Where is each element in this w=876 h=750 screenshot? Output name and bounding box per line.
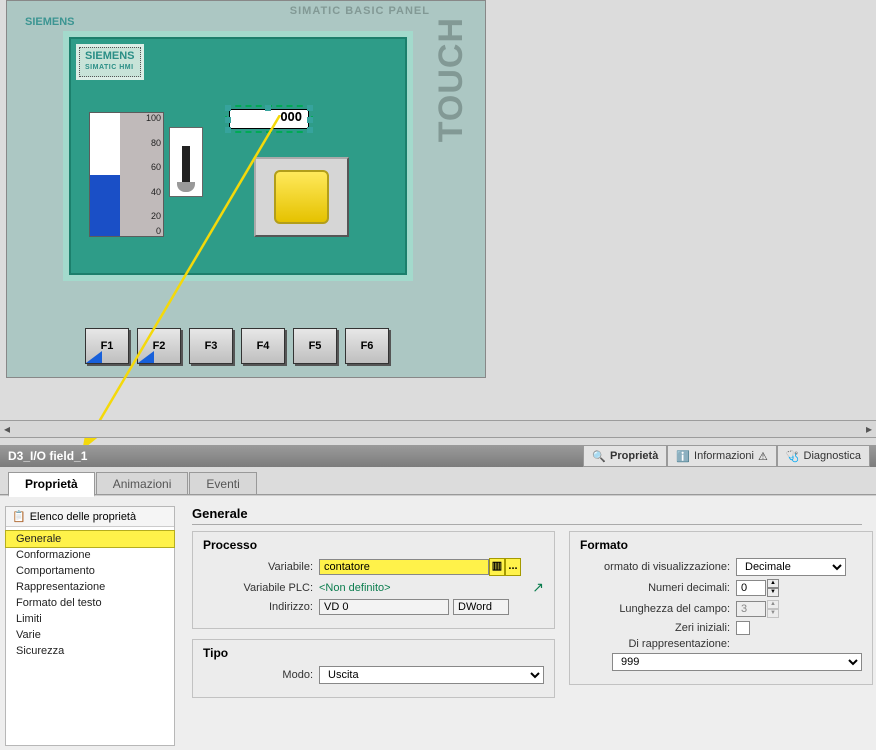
tree-item-conformazione[interactable]: Conformazione bbox=[6, 547, 174, 563]
siemens-brand: SIEMENS bbox=[25, 16, 75, 28]
tree-item-limiti[interactable]: Limiti bbox=[6, 611, 174, 627]
touch-label: TOUCH bbox=[432, 17, 471, 142]
fkey-f6[interactable]: F6 bbox=[345, 328, 389, 364]
group-tipo: Tipo Modo: Uscita bbox=[192, 639, 555, 698]
io-field[interactable]: OOO bbox=[229, 109, 309, 129]
tab-information[interactable]: ℹ️Informazioni ⚠ bbox=[667, 445, 777, 467]
tree-item-varie[interactable]: Varie bbox=[6, 627, 174, 643]
variabile-plc-value[interactable]: <Non definito> bbox=[319, 582, 391, 594]
tree-item-formato-testo[interactable]: Formato del testo bbox=[6, 595, 174, 611]
tree-item-comportamento[interactable]: Comportamento bbox=[6, 563, 174, 579]
group-processo: Processo Variabile: ▥ ... Variabile PLC:… bbox=[192, 531, 555, 629]
tab-diagnostics[interactable]: 🩺Diagnostica bbox=[777, 445, 870, 467]
representation-select[interactable]: 999 bbox=[612, 653, 862, 671]
hmi-screen: SIEMENS SIMATIC HMI 100 80 60 40 20 0 OO… bbox=[63, 31, 413, 281]
page-title: Generale bbox=[192, 506, 862, 525]
indirizzo-type bbox=[453, 599, 509, 615]
bar-gauge: 100 80 60 40 20 0 bbox=[89, 112, 164, 237]
indicator-icon bbox=[169, 127, 203, 197]
tree-item-generale[interactable]: Generale bbox=[6, 531, 174, 547]
goto-arrow-icon[interactable]: ↗ bbox=[532, 579, 544, 596]
fkey-f3[interactable]: F3 bbox=[189, 328, 233, 364]
list-icon: 📋 bbox=[12, 510, 26, 523]
fkey-f2[interactable]: F2 bbox=[137, 328, 181, 364]
display-format-select[interactable]: Decimale bbox=[736, 558, 846, 576]
subtab-properties[interactable]: Proprietà bbox=[8, 472, 95, 497]
tree-item-rappresentazione[interactable]: Rappresentazione bbox=[6, 579, 174, 595]
fkey-f5[interactable]: F5 bbox=[293, 328, 337, 364]
function-key-row: F1 F2 F3 F4 F5 F6 bbox=[85, 328, 389, 364]
tree-item-sicurezza[interactable]: Sicurezza bbox=[6, 643, 174, 659]
hmi-panel: SIMATIC BASIC PANEL TOUCH SIEMENS SIEMEN… bbox=[6, 0, 486, 378]
tab-properties[interactable]: 🔍Proprietà bbox=[583, 445, 667, 467]
field-length-input bbox=[736, 601, 766, 617]
indirizzo-value bbox=[319, 599, 449, 615]
decimals-down[interactable]: ▼ bbox=[767, 588, 779, 597]
property-tree: 📋 Elenco delle proprietà Generale Confor… bbox=[5, 506, 175, 746]
decimals-up[interactable]: ▲ bbox=[767, 579, 779, 588]
variabile-more-button[interactable]: ... bbox=[505, 558, 521, 576]
property-tree-header: 📋 Elenco delle proprietà bbox=[6, 507, 174, 527]
fkey-f1[interactable]: F1 bbox=[85, 328, 129, 364]
leading-zeros-checkbox[interactable] bbox=[736, 621, 750, 635]
decimals-input[interactable] bbox=[736, 580, 766, 596]
siemens-badge: SIEMENS SIMATIC HMI bbox=[79, 47, 141, 77]
editor-scrollbar[interactable] bbox=[0, 420, 876, 438]
modo-select[interactable]: Uscita bbox=[319, 666, 544, 684]
fkey-f4[interactable]: F4 bbox=[241, 328, 285, 364]
variabile-input[interactable] bbox=[319, 559, 489, 575]
push-button[interactable] bbox=[254, 157, 349, 237]
variabile-browse-button[interactable]: ▥ bbox=[489, 558, 505, 576]
panel-title: SIMATIC BASIC PANEL bbox=[290, 5, 430, 17]
group-formato: Formato ormato di visualizzazione: Decim… bbox=[569, 531, 873, 685]
